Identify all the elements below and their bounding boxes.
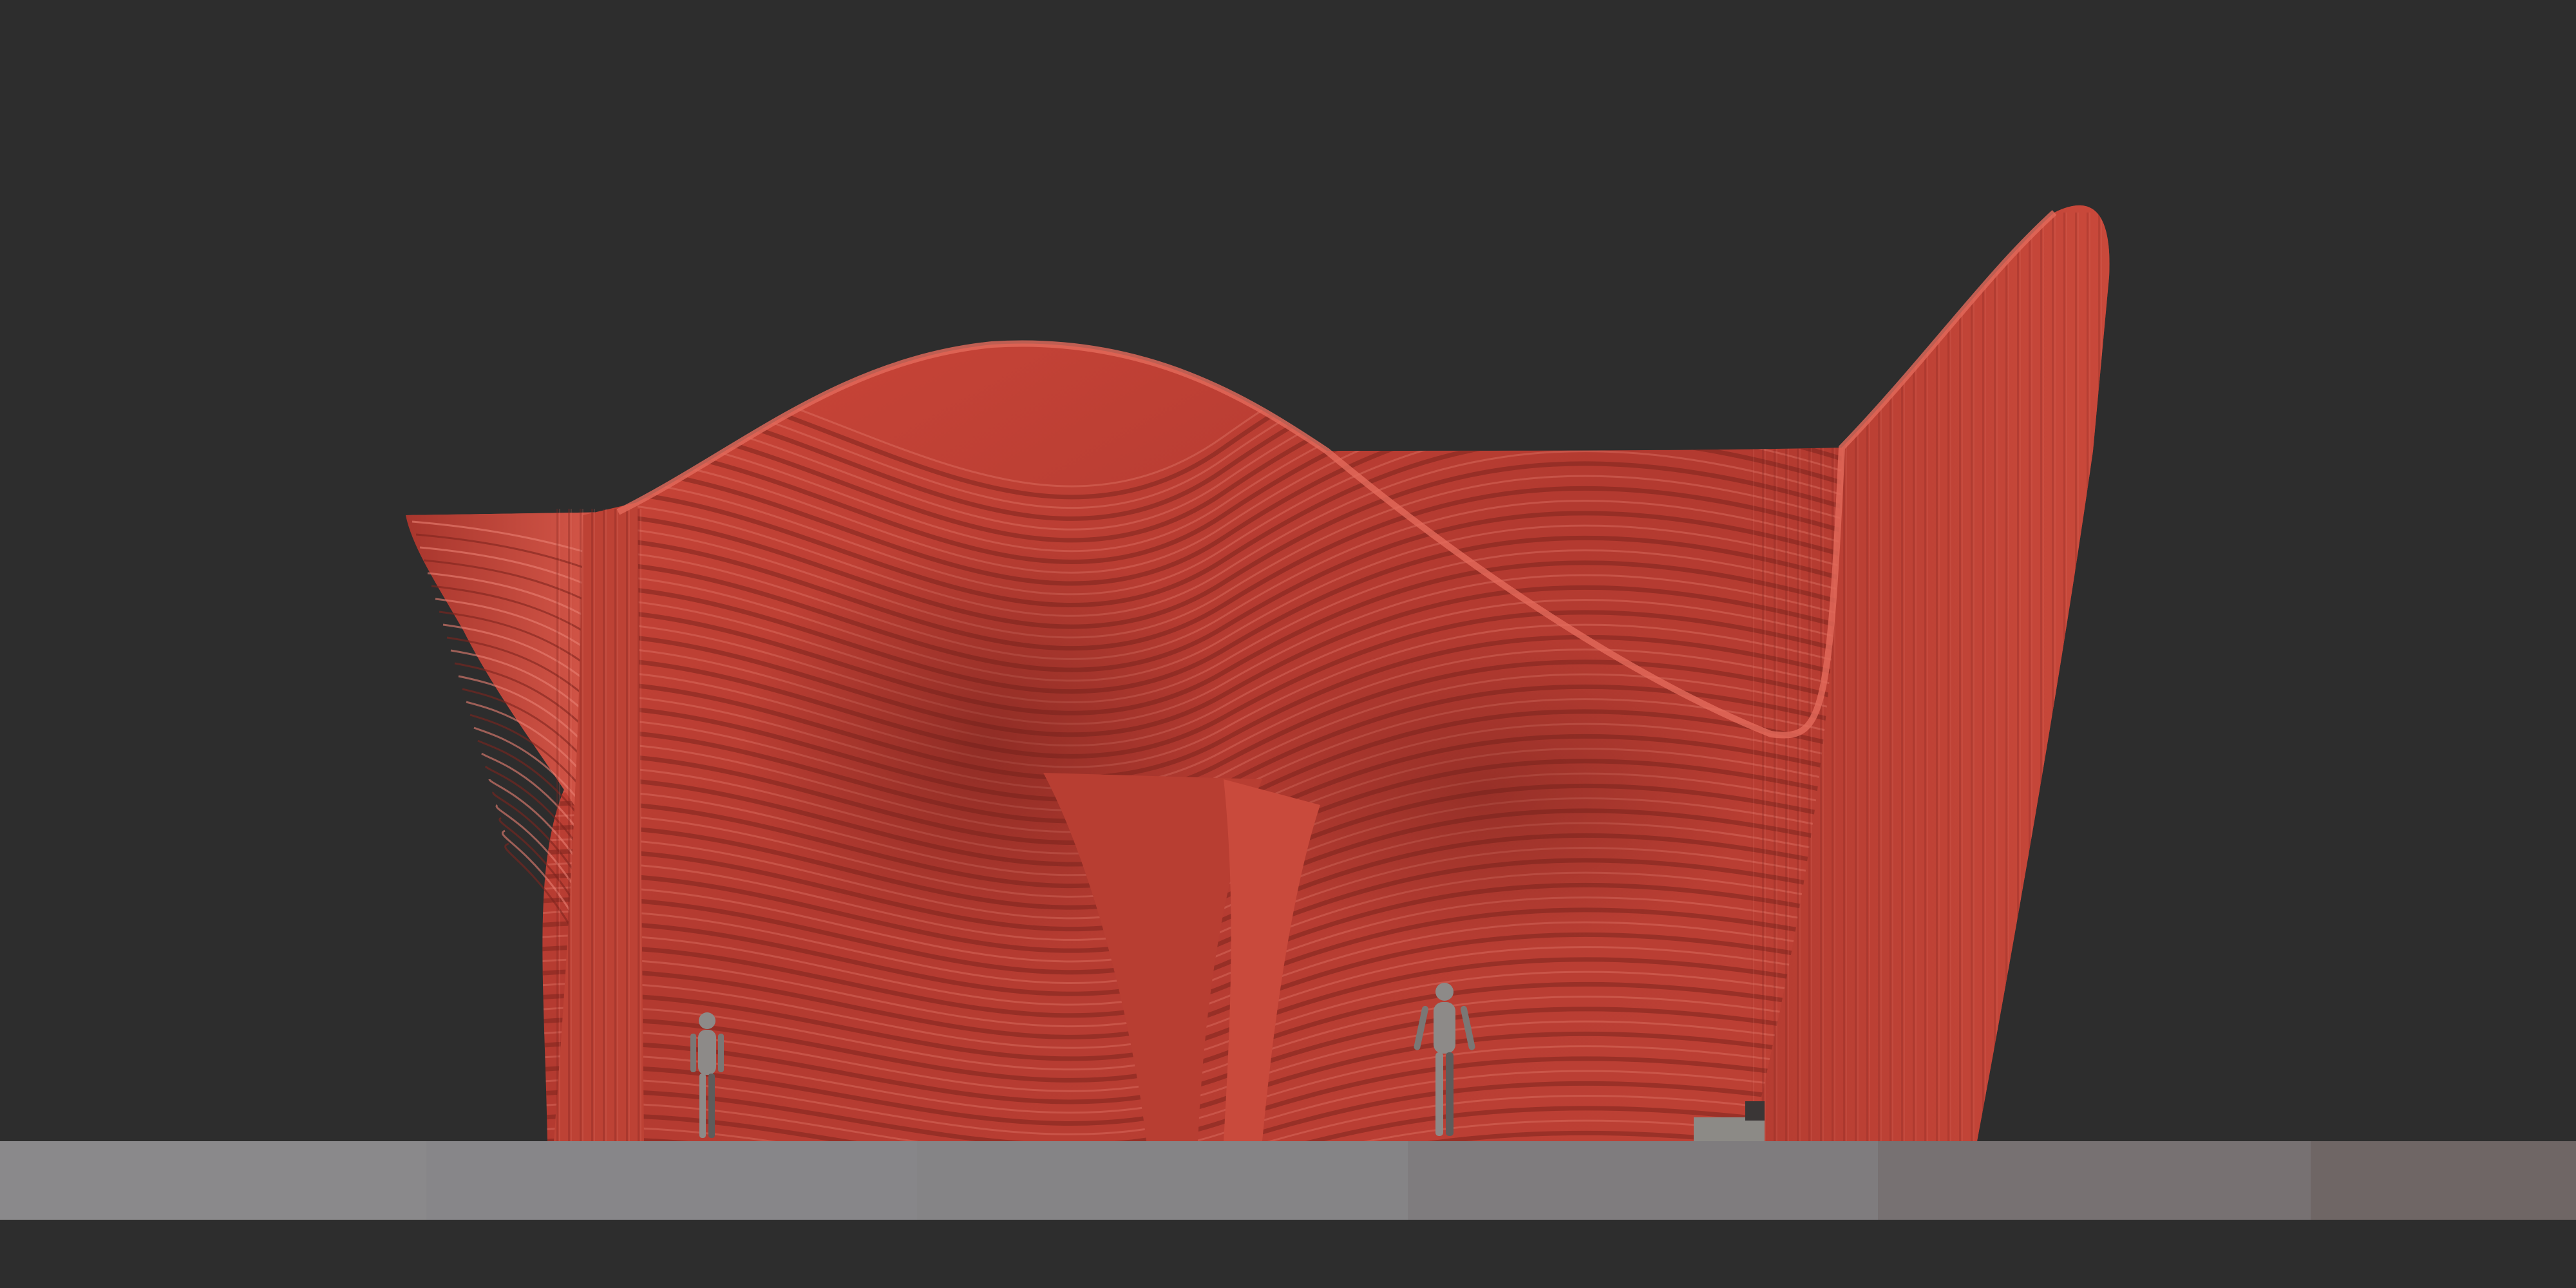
ground-segment <box>1408 1141 1878 1220</box>
left-column-ribs <box>554 509 644 1141</box>
ground-segment <box>917 1141 1408 1220</box>
ground-segment <box>1878 1141 2311 1220</box>
render-viewport <box>0 0 2576 1288</box>
pavilion-render <box>406 205 2110 1141</box>
ground-segment <box>2311 1141 2576 1220</box>
ground-plane-strip <box>0 1141 2576 1220</box>
right-wall-ribs <box>1752 213 2110 1141</box>
ground-segment <box>0 1141 426 1220</box>
ground-segment <box>426 1141 917 1220</box>
